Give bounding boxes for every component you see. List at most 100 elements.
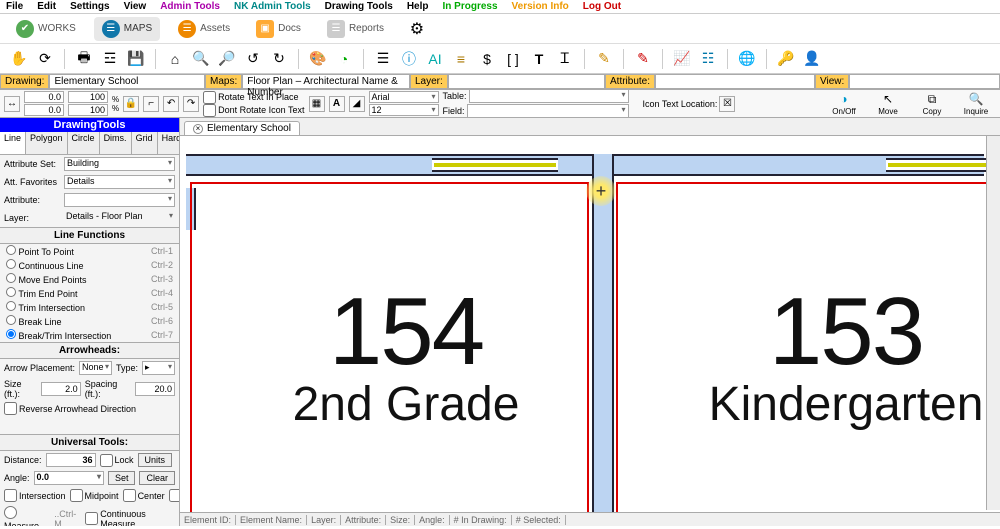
info-icon[interactable]: ⓘ <box>400 50 418 68</box>
dont-rotate-icon-check[interactable]: Dont Rotate Icon Text <box>203 104 304 117</box>
rotate-right-icon[interactable]: ↷ <box>183 96 199 112</box>
grid-icon[interactable]: ▦ <box>309 96 325 112</box>
letter-icon[interactable]: A <box>329 96 345 112</box>
list-icon[interactable]: ☰ <box>374 50 392 68</box>
attr-set-select[interactable]: Building <box>64 157 175 171</box>
dollar-icon[interactable]: $ <box>478 50 496 68</box>
menu-nk-admin-tools[interactable]: NK Admin Tools <box>234 1 311 12</box>
queue-icon[interactable]: ☲ <box>101 50 119 68</box>
hand-icon[interactable]: ✋ <box>10 50 28 68</box>
drawing-canvas[interactable]: 154 2nd Grade 153 Kindergarten <box>180 136 1000 526</box>
area-icon[interactable]: ◢ <box>349 96 365 112</box>
func-move-end[interactable]: Move End PointsCtrl-3 <box>0 272 179 286</box>
attribute-select[interactable] <box>64 193 175 207</box>
tab-polygon[interactable]: Polygon <box>26 132 68 154</box>
zoom-prev-icon[interactable]: ↺ <box>244 50 262 68</box>
zoom-out-icon[interactable]: 🔍 <box>192 50 210 68</box>
onoff-button[interactable]: ◑On/Off <box>824 91 864 116</box>
vertical-scrollbar[interactable] <box>986 136 1000 510</box>
chart-icon[interactable]: ◔ <box>335 50 353 68</box>
distance-input[interactable] <box>46 453 96 467</box>
center-check[interactable]: Center <box>123 489 165 502</box>
zoom-in-icon[interactable]: 🔎 <box>218 50 236 68</box>
key-icon[interactable]: 🔑 <box>777 50 795 68</box>
value-bot[interactable] <box>24 104 64 116</box>
set-button[interactable]: Set <box>108 471 136 485</box>
tab-grid[interactable]: Grid <box>132 132 158 154</box>
inquire-button[interactable]: 🔍Inquire <box>956 91 996 116</box>
menu-edit[interactable]: Edit <box>37 1 56 12</box>
lock-icon[interactable]: 🔒 <box>123 96 139 112</box>
layer-value[interactable] <box>448 74 605 89</box>
func-cont-line[interactable]: Continuous LineCtrl-2 <box>0 258 179 272</box>
att-fav-select[interactable]: Details <box>64 175 175 189</box>
cursor-icon[interactable]: Ꮖ <box>556 50 574 68</box>
clear-button[interactable]: Clear <box>139 471 175 485</box>
text-icon[interactable]: T <box>530 50 548 68</box>
lock-check[interactable]: Lock <box>100 454 134 467</box>
pct-top[interactable] <box>68 91 108 103</box>
move-button[interactable]: ↖Move <box>868 91 908 116</box>
midpoint-check[interactable]: Midpoint <box>70 489 119 502</box>
table-select[interactable] <box>469 89 629 103</box>
hold-check[interactable]: Hold <box>169 489 180 502</box>
func-trim-int[interactable]: Trim IntersectionCtrl-5 <box>0 300 179 314</box>
dimension-icon[interactable]: ↔ <box>4 96 20 112</box>
nav-maps[interactable]: ☰MAPS <box>94 17 160 41</box>
angle-select[interactable]: 0.0 <box>34 471 104 485</box>
rotate-in-place-check[interactable]: Rotate Text In Place <box>203 91 304 104</box>
rotate-left-icon[interactable]: ↶ <box>163 96 179 112</box>
graph-icon[interactable]: 📈 <box>673 50 691 68</box>
corner-icon[interactable]: ⌐ <box>143 96 159 112</box>
units-button[interactable]: Units <box>138 453 173 467</box>
value-top[interactable] <box>24 91 64 103</box>
menu-log-out[interactable]: Log Out <box>583 1 621 12</box>
nav-docs[interactable]: ▣Docs <box>248 17 309 41</box>
func-p2p[interactable]: Point To PointCtrl-1 <box>0 244 179 258</box>
print-icon[interactable]: 🖶 <box>75 50 93 68</box>
menu-admin-tools[interactable]: Admin Tools <box>160 1 220 12</box>
icon-text-loc-btn[interactable]: ☒ <box>719 96 735 112</box>
menu-drawing-tools[interactable]: Drawing Tools <box>325 1 393 12</box>
tab-circle[interactable]: Circle <box>68 132 100 154</box>
menu-help[interactable]: Help <box>407 1 429 12</box>
font-size-select[interactable]: 12 <box>369 104 439 116</box>
reverse-arrow-check[interactable]: Reverse Arrowhead Direction <box>0 401 179 416</box>
calendar-icon[interactable]: ☷ <box>699 50 717 68</box>
red-pencil-icon[interactable]: ✎ <box>634 50 652 68</box>
ai-icon[interactable]: AI <box>426 50 444 68</box>
intersection-check[interactable]: Intersection <box>4 489 66 502</box>
close-tab-icon[interactable]: × <box>193 124 203 134</box>
nav-reports[interactable]: ☰Reports <box>319 17 392 41</box>
func-break-line[interactable]: Break LineCtrl-6 <box>0 314 179 328</box>
nav-works[interactable]: ✔WORKS <box>8 17 84 41</box>
save-icon[interactable]: 💾 <box>127 50 145 68</box>
user-icon[interactable]: 👤 <box>803 50 821 68</box>
func-break-trim-int[interactable]: Break/Trim IntersectionCtrl-7 <box>0 328 179 342</box>
menu-file[interactable]: File <box>6 1 23 12</box>
home-icon[interactable]: ⌂ <box>166 50 184 68</box>
attribute-value[interactable] <box>655 74 815 89</box>
palette-icon[interactable]: 🎨 <box>309 50 327 68</box>
tab-dims[interactable]: Dims. <box>100 132 132 154</box>
nav-assets[interactable]: ☰Assets <box>170 17 238 41</box>
globe-icon[interactable]: 🌐 <box>738 50 756 68</box>
menu-view[interactable]: View <box>124 1 147 12</box>
view-value[interactable] <box>849 74 1000 89</box>
document-tab[interactable]: × Elementary School <box>184 121 300 135</box>
tab-line[interactable]: Line <box>0 132 26 154</box>
cont-measure-check[interactable]: Continuous Measure <box>85 509 175 527</box>
arrow-size-input[interactable] <box>41 382 81 396</box>
bracket-icon[interactable]: [ ] <box>504 50 522 68</box>
pct-bot[interactable] <box>68 104 108 116</box>
menu-version-info[interactable]: Version Info <box>512 1 569 12</box>
func-trim-end[interactable]: Trim End PointCtrl-4 <box>0 286 179 300</box>
drawing-value[interactable]: Elementary School <box>49 74 205 89</box>
pencil-icon[interactable]: ✎ <box>595 50 613 68</box>
font-select[interactable]: Arial <box>369 91 439 103</box>
maps-value[interactable]: Floor Plan – Architectural Name & Number <box>242 74 410 89</box>
arrow-placement-select[interactable]: None <box>79 361 112 375</box>
refresh-icon[interactable]: ⟳ <box>36 50 54 68</box>
tab-hardware[interactable]: Hardware <box>158 132 180 154</box>
zoom-next-icon[interactable]: ↻ <box>270 50 288 68</box>
